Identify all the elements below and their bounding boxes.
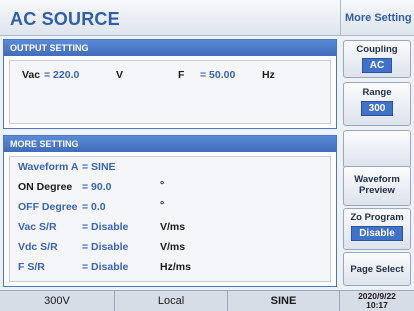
vac-slew-rate-value[interactable]: = Disable [82, 221, 128, 233]
coupling-softkey[interactable]: Coupling AC [343, 40, 411, 78]
output-setting-panel: OUTPUT SETTING Vac = 220.0 V F = 50.00 H… [3, 39, 337, 129]
status-time: 10:17 [366, 300, 388, 310]
page-title: AC SOURCE [10, 9, 120, 29]
on-degree-value[interactable]: = 90.0 [82, 181, 112, 193]
vdc-slew-rate-value[interactable]: = Disable [82, 241, 128, 253]
off-degree-value[interactable]: = 0.0 [82, 201, 106, 213]
more-setting-body: Waveform A = SINE ON Degree = 90.0 ° OFF… [9, 156, 331, 282]
zo-program-softkey-label: Zo Program [350, 212, 404, 223]
freq-label: F [178, 69, 185, 81]
ac-source-screen: AC SOURCE More Setting OUTPUT SETTING Va… [0, 0, 414, 311]
waveform-preview-line2: Preview [359, 185, 395, 196]
waveform-value[interactable]: = SINE [82, 161, 116, 173]
on-degree-unit: ° [160, 179, 165, 191]
status-remote-mode: Local [115, 291, 228, 311]
waveform-preview-line1: Waveform [354, 174, 400, 185]
off-degree-unit: ° [160, 199, 165, 211]
vac-slew-rate-unit: V/ms [160, 221, 186, 233]
status-datetime: 2020/9/22 10:17 [340, 291, 414, 311]
output-setting-header: OUTPUT SETTING [4, 40, 336, 56]
vdc-slew-rate-unit: V/ms [160, 241, 186, 253]
freq-slew-rate-unit: Hz/ms [160, 261, 191, 273]
status-bar: 300V Local SINE 2020/9/22 10:17 [0, 290, 414, 311]
vac-slew-rate-label: Vac S/R [18, 221, 57, 233]
status-waveform: SINE [228, 291, 340, 311]
on-degree-label: ON Degree [18, 181, 73, 193]
off-degree-label: OFF Degree [18, 201, 78, 213]
coupling-softkey-label: Coupling [356, 44, 398, 55]
title-bar: AC SOURCE [0, 0, 340, 36]
page-select-softkey[interactable]: Page Select [343, 252, 411, 286]
freq-slew-rate-label: F S/R [18, 261, 45, 273]
range-softkey-value: 300 [360, 101, 394, 116]
more-setting-panel: MORE SETTING Waveform A = SINE ON Degree… [3, 135, 337, 287]
vac-value[interactable]: = 220.0 [44, 69, 79, 81]
freq-slew-rate-value[interactable]: = Disable [82, 261, 128, 273]
zo-program-softkey-value: Disable [351, 226, 403, 241]
vac-unit: V [116, 69, 124, 81]
blank-softkey[interactable] [343, 130, 411, 168]
more-setting-header: MORE SETTING [4, 136, 336, 152]
output-setting-body: Vac = 220.0 V F = 50.00 Hz [9, 60, 331, 124]
range-softkey[interactable]: Range 300 [343, 82, 411, 126]
waveform-label: Waveform A [18, 161, 79, 173]
page-select-softkey-label: Page Select [350, 264, 404, 275]
waveform-preview-softkey[interactable]: Waveform Preview [343, 166, 411, 206]
range-softkey-label: Range [362, 87, 392, 98]
freq-value[interactable]: = 50.00 [200, 69, 235, 81]
vdc-slew-rate-label: Vdc S/R [18, 241, 58, 253]
zo-program-softkey[interactable]: Zo Program Disable [343, 208, 411, 250]
status-range: 300V [0, 291, 115, 311]
coupling-softkey-value: AC [361, 58, 393, 73]
side-menu-title: More Setting [340, 0, 414, 36]
side-menu-title-label: More Setting [345, 12, 412, 24]
vac-label: Vac [22, 69, 41, 81]
freq-unit: Hz [262, 69, 275, 81]
